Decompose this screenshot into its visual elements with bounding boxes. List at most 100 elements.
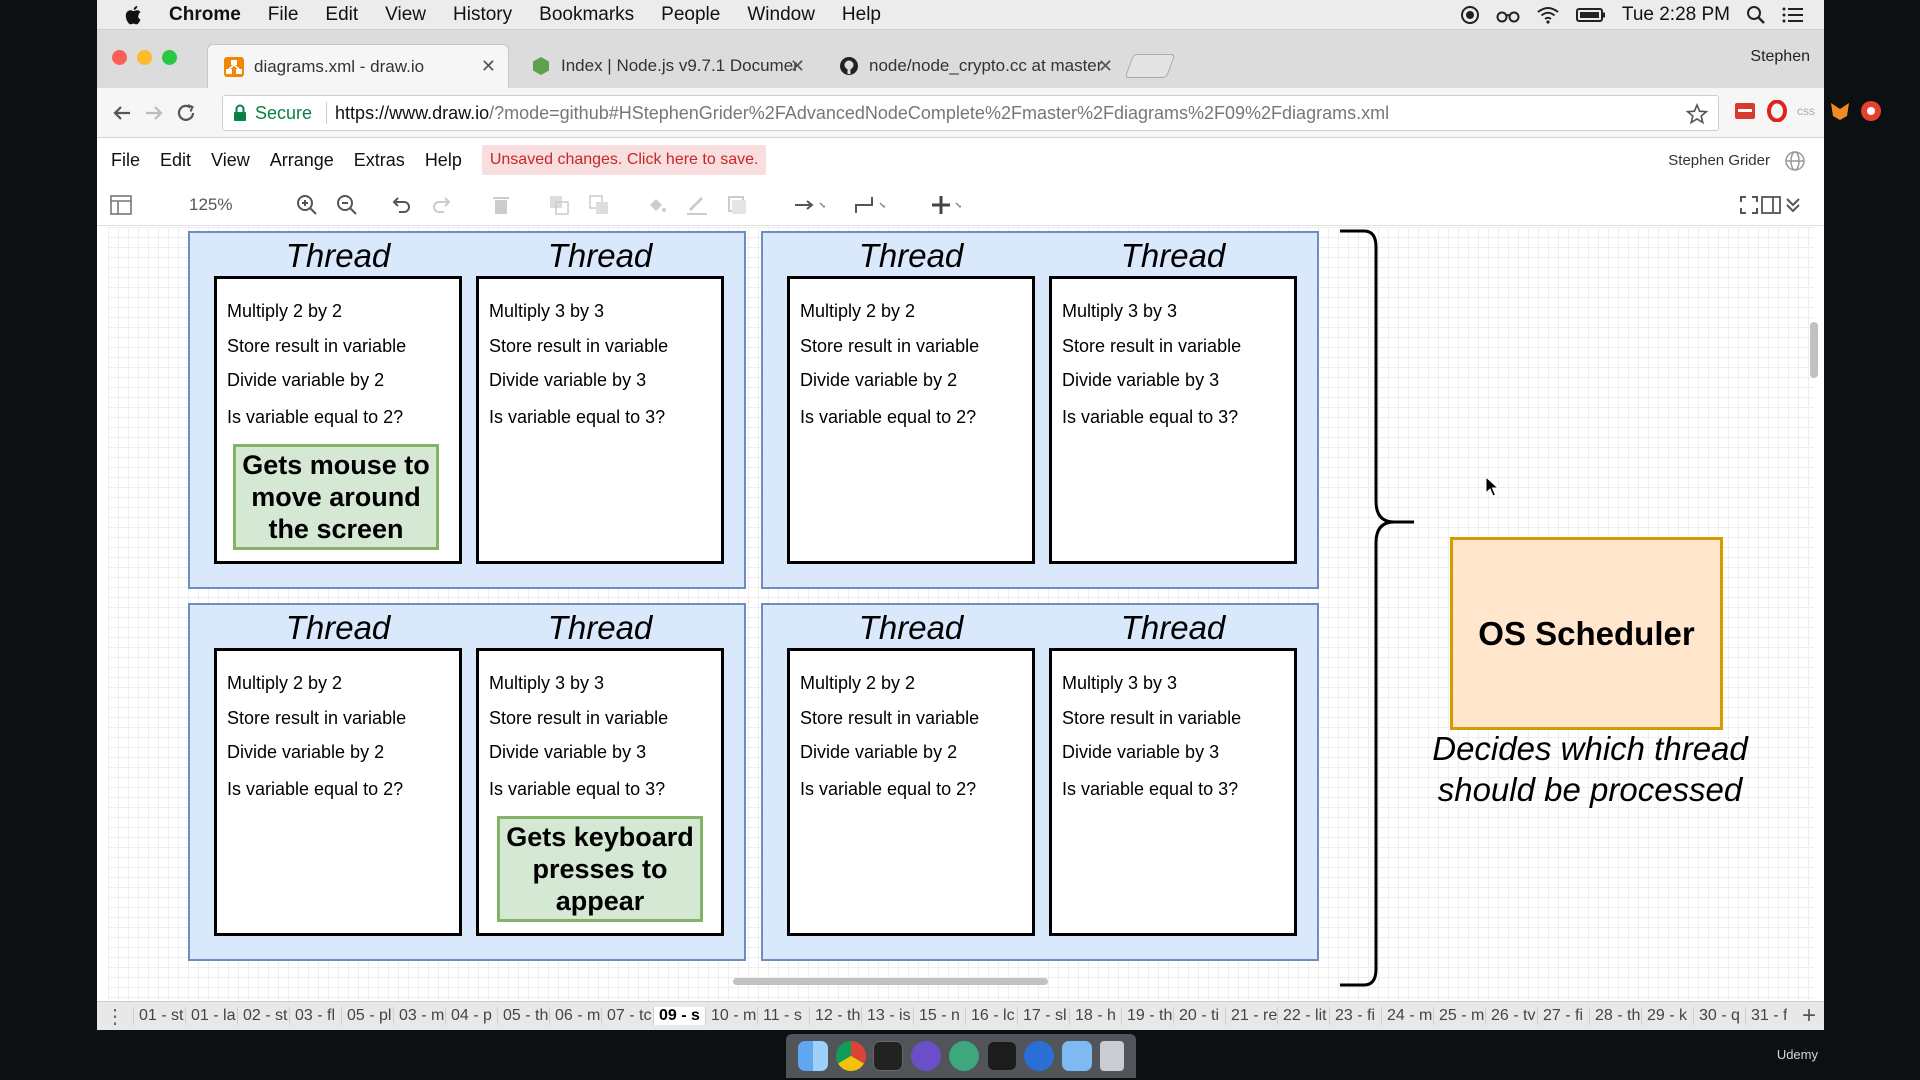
drawio-menu-extras[interactable]: Extras [354,150,405,171]
extension-red-icon[interactable] [1734,100,1756,122]
pages-menu-icon[interactable]: ⋮ [97,1004,133,1029]
fullscreen-icon[interactable] [1737,193,1761,217]
fill-color-icon[interactable] [645,193,669,217]
maximize-window-button[interactable] [162,50,177,65]
process-group[interactable]: Thread Multiply 2 by 2 Store result in v… [761,603,1319,961]
page-tab[interactable]: 06 - m [549,1007,601,1025]
bookmark-star-icon[interactable] [1686,103,1708,125]
insert-plus-icon[interactable] [921,193,961,217]
thread-box[interactable]: Multiply 2 by 2 Store result in variable… [214,276,462,564]
menubar-clock[interactable]: Tue 2:28 PM [1622,4,1730,26]
page-tab[interactable]: 28 - th [1589,1007,1641,1025]
page-tab[interactable]: 16 - lc [965,1007,1017,1025]
activity-monitor-icon[interactable] [986,1041,1017,1071]
finder-icon[interactable] [797,1041,828,1071]
waypoints-icon[interactable] [845,193,885,217]
curly-brace-connector[interactable] [1338,229,1418,989]
tab-close-icon[interactable]: ✕ [790,56,805,77]
redo-icon[interactable] [430,193,454,217]
page-tab[interactable]: 22 - lit [1277,1007,1329,1025]
page-tab[interactable]: 01 - st [133,1007,185,1025]
wifi-icon[interactable] [1536,6,1560,24]
battery-icon[interactable] [1575,7,1606,23]
minimize-window-button[interactable] [137,50,152,65]
shadow-icon[interactable] [725,193,749,217]
page-tab[interactable]: 25 - m [1433,1007,1485,1025]
feather-app-icon[interactable] [911,1041,942,1071]
user-menu[interactable]: Stephen Grider [1668,152,1770,169]
page-tab[interactable]: 24 - m [1381,1007,1433,1025]
terminal-icon[interactable] [873,1041,904,1071]
page-tab[interactable]: 27 - fi [1537,1007,1589,1025]
thread-box[interactable]: Multiply 2 by 2 Store result in variable… [787,276,1035,564]
thread-box[interactable]: Multiply 3 by 3 Store result in variable… [1049,276,1297,564]
page-tab[interactable]: 26 - tv [1485,1007,1537,1025]
red-circle-extension-icon[interactable] [1860,100,1882,122]
opera-extension-icon[interactable] [1766,100,1788,122]
zoom-in-icon[interactable] [295,193,319,217]
menu-file[interactable]: File [268,4,299,26]
unsaved-changes-button[interactable]: Unsaved changes. Click here to save. [481,145,767,175]
thread-box[interactable]: Multiply 3 by 3 Store result in variable… [476,648,724,936]
page-tab[interactable]: 21 - re [1225,1007,1277,1025]
drawio-menu-file[interactable]: File [111,150,140,171]
page-tab[interactable]: 02 - st [237,1007,289,1025]
omnibox[interactable]: Secure https://www.draw.io /?mode=github… [222,95,1719,131]
thread-box[interactable]: Multiply 3 by 3 Store result in variable… [1049,648,1297,936]
spotlight-search-icon[interactable] [1746,5,1766,25]
os-scheduler-caption[interactable]: Decides which thread should be processed [1420,728,1760,810]
drawio-menu-edit[interactable]: Edit [160,150,191,171]
page-tab[interactable]: 03 - m [393,1007,445,1025]
connection-arrow-icon[interactable] [785,193,825,217]
menu-bookmarks[interactable]: Bookmarks [539,4,634,26]
process-group[interactable]: Thread Multiply 2 by 2 Store result in v… [188,231,746,589]
thread-box[interactable]: Multiply 3 by 3 Store result in variable… [476,276,724,564]
menu-history[interactable]: History [453,4,512,26]
drawio-menu-help[interactable]: Help [425,150,462,171]
os-scheduler-box[interactable]: OS Scheduler [1450,537,1723,730]
add-page-plus-icon[interactable]: + [1802,1002,1816,1030]
vertical-scrollbar[interactable] [1810,322,1818,378]
apple-icon[interactable] [123,4,143,26]
tab-drawio[interactable]: diagrams.xml - draw.io ✕ [207,44,509,88]
note-mouse[interactable]: Gets mouse to move around the screen [233,444,439,550]
new-tab-button[interactable] [1124,54,1176,78]
horizontal-scrollbar[interactable] [733,978,1048,985]
fox-extension-icon[interactable] [1829,100,1851,122]
page-tab[interactable]: 30 - q [1693,1007,1745,1025]
profile-name[interactable]: Stephen [1750,48,1810,66]
css-extension-icon[interactable]: css [1797,104,1819,126]
page-tab[interactable]: 11 - s [757,1007,809,1025]
zoom-level-dropdown[interactable]: 125% [189,195,232,215]
page-tab[interactable]: 23 - fi [1329,1007,1381,1025]
tab-github[interactable]: node/node_crypto.cc at master ✕ [823,44,1125,88]
menu-window[interactable]: Window [747,4,815,26]
thread-box[interactable]: Multiply 2 by 2 Store result in variable… [214,648,462,936]
drawio-menu-arrange[interactable]: Arrange [270,150,334,171]
glasses-icon[interactable] [1496,7,1520,23]
thread-box[interactable]: Multiply 2 by 2 Store result in variable… [787,648,1035,936]
tab-close-icon[interactable]: ✕ [1098,56,1113,77]
to-front-icon[interactable] [547,193,571,217]
menu-app-chrome[interactable]: Chrome [169,4,241,26]
menu-edit[interactable]: Edit [325,4,358,26]
page-tab[interactable]: 03 - fl [289,1007,341,1025]
zoom-out-icon[interactable] [335,193,359,217]
undo-icon[interactable] [389,193,413,217]
notification-center-icon[interactable] [1782,6,1804,24]
page-tab[interactable]: 13 - is [861,1007,913,1025]
line-color-icon[interactable] [685,193,709,217]
tab-nodejs[interactable]: Index | Node.js v9.7.1 Documentation ✕ [515,44,817,88]
back-arrow-icon[interactable] [111,102,133,124]
page-tab[interactable]: 10 - m [705,1007,757,1025]
page-tab[interactable]: 05 - pl [341,1007,393,1025]
chrome-icon[interactable] [835,1041,866,1071]
atom-icon[interactable] [948,1041,979,1071]
to-back-icon[interactable] [587,193,611,217]
page-tab[interactable]: 31 - fi [1745,1007,1787,1025]
forward-arrow-icon[interactable] [143,102,165,124]
menu-view[interactable]: View [385,4,426,26]
page-tab[interactable]: 29 - k [1641,1007,1693,1025]
page-tab[interactable]: 07 - tc [601,1007,653,1025]
tab-close-icon[interactable]: ✕ [481,56,496,77]
